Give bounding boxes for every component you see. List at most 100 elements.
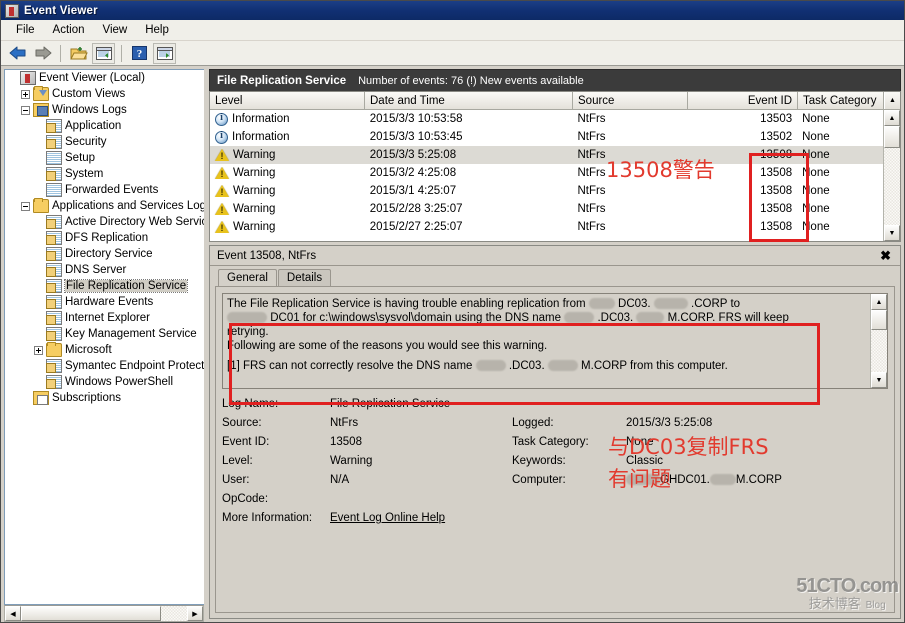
log-name-value: File Replication Service	[330, 398, 451, 410]
column-header-source[interactable]: Source	[573, 92, 688, 109]
event-row[interactable]: Warning 2015/3/1 4:25:07 NtFrs 13508 None	[210, 182, 883, 200]
close-icon[interactable]: ✖	[877, 248, 894, 264]
tree-item-setup[interactable]: Setup	[5, 150, 204, 166]
log-icon	[46, 135, 62, 149]
event-row[interactable]: Warning 2015/3/2 4:25:08 NtFrs 13508 None	[210, 164, 883, 182]
scroll-down-icon[interactable]: ▼	[884, 225, 900, 241]
scroll-down-icon[interactable]: ▼	[871, 372, 887, 388]
svg-text:?: ?	[137, 48, 143, 60]
tab-details[interactable]: Details	[277, 269, 332, 286]
tree-item-applications-and-services-logs[interactable]: Applications and Services Logs	[5, 198, 204, 214]
console-tree[interactable]: Event Viewer (Local) Custom Views Windows …	[4, 69, 204, 605]
forward-icon[interactable]	[31, 43, 54, 64]
column-header-label: Source	[578, 94, 615, 107]
computer-label: Computer:	[512, 474, 566, 486]
description-vertical-scrollbar[interactable]: ▲ ▼	[870, 294, 887, 388]
event-row[interactable]: Information 2015/3/3 10:53:58 NtFrs 13503 No…	[210, 110, 883, 128]
menu-item-view[interactable]: View	[94, 22, 137, 38]
event-list-vertical-scrollbar[interactable]: ▲ ▼	[883, 110, 900, 241]
redaction-block	[588, 298, 615, 310]
event-list-header: Level Date and Time Source Event ID Task Cat…	[210, 92, 900, 110]
tree-item-directory-service[interactable]: Directory Service	[5, 246, 204, 262]
event-log-online-help-link[interactable]: Event Log Online Help	[330, 512, 512, 524]
tree-horizontal-scrollbar[interactable]: ◀ ▶	[4, 605, 204, 622]
tree-hscroll-track[interactable]	[21, 606, 187, 621]
tree-item-hardware-events[interactable]: Hardware Events	[5, 294, 204, 310]
event-level-text: Warning	[233, 167, 276, 179]
sort-ascending-icon[interactable]: ▲	[884, 92, 900, 109]
event-row[interactable]: Warning 2015/2/27 2:25:07 NtFrs 13508 None	[210, 218, 883, 236]
open-folder-icon[interactable]	[67, 43, 90, 64]
event-row[interactable]: Warning 2015/3/3 5:25:08 NtFrs 13508 None	[210, 146, 883, 164]
event-id-value: 13508	[330, 436, 362, 448]
tree-hscroll-thumb[interactable]	[21, 606, 161, 621]
tree-item-security[interactable]: Security	[5, 134, 204, 150]
event-datetime-cell: 2015/2/27 2:25:07	[369, 221, 463, 233]
event-row[interactable]: Warning 2015/2/28 3:25:07 NtFrs 13508 None	[210, 200, 883, 218]
event-datetime-cell: 2015/3/3 5:25:08	[369, 149, 457, 161]
event-detail-header: Event 13508, NtFrs ✖	[210, 246, 900, 266]
log-icon	[46, 375, 62, 389]
event-task-category-cell: None	[802, 185, 830, 197]
warning-icon	[215, 185, 229, 197]
tree-item-internet-explorer[interactable]: Internet Explorer	[5, 310, 204, 326]
scroll-left-icon[interactable]: ◀	[5, 606, 21, 621]
show-hide-console-tree-icon[interactable]	[92, 42, 115, 64]
tree-item-event-viewer-local[interactable]: Event Viewer (Local)	[5, 70, 204, 86]
column-header-task-category[interactable]: Task Category	[798, 92, 884, 109]
tree-item-system[interactable]: System	[5, 166, 204, 182]
tree-item-file-replication-service[interactable]: File Replication Service	[5, 278, 204, 294]
tree-item-subscriptions[interactable]: Subscriptions	[5, 390, 204, 406]
event-level-text: Warning	[233, 185, 276, 197]
tree-item-label: File Replication Service	[63, 279, 189, 293]
tree-item-key-management-service[interactable]: Key Management Service	[5, 326, 204, 342]
expand-icon[interactable]	[34, 345, 43, 355]
tree-item-custom-views[interactable]: Custom Views	[5, 86, 204, 102]
expand-icon[interactable]	[21, 89, 30, 99]
subscriptions-icon	[33, 391, 49, 405]
tree-item-dns-server[interactable]: DNS Server	[5, 262, 204, 278]
scroll-right-icon[interactable]: ▶	[187, 606, 203, 621]
back-icon[interactable]	[6, 43, 29, 64]
tree-item-microsoft[interactable]: Microsoft	[5, 342, 204, 358]
scroll-up-icon[interactable]: ▲	[884, 110, 900, 126]
event-row[interactable]: Information 2015/3/3 10:53:45 NtFrs 13502 No…	[210, 128, 883, 146]
column-header-event-id[interactable]: Event ID	[688, 92, 798, 109]
description-vscroll-thumb[interactable]	[871, 310, 887, 330]
desc-line2-b: .DC03.	[597, 312, 634, 324]
tree-item-forwarded-events[interactable]: Forwarded Events	[5, 182, 204, 198]
column-header-date-and-time[interactable]: Date and Time	[365, 92, 573, 109]
collapse-icon[interactable]	[21, 201, 30, 211]
computer-value-a: GHDC01.	[660, 474, 710, 486]
help-icon[interactable]: ?	[128, 43, 151, 64]
menu-item-action[interactable]: Action	[44, 22, 94, 38]
column-header-level[interactable]: Level	[210, 92, 365, 109]
tree-item-windows-powershell[interactable]: Windows PowerShell	[5, 374, 204, 390]
level-value: Warning	[330, 455, 373, 467]
tree-item-windows-logs[interactable]: Windows Logs	[5, 102, 204, 118]
tree-item-application[interactable]: Application	[5, 118, 204, 134]
desc-line1-c: .CORP to	[691, 298, 741, 310]
tree-item-active-directory-web-servic[interactable]: Active Directory Web Servic	[5, 214, 204, 230]
event-source-cell: NtFrs	[577, 113, 606, 125]
logged-label: Logged:	[512, 417, 554, 429]
toolbar-separator-1	[60, 44, 61, 62]
tree-item-label: Directory Service	[65, 248, 153, 260]
collapse-icon[interactable]	[21, 105, 30, 115]
menu-bar: File Action View Help	[1, 20, 904, 41]
tree-item-symantec-endpoint-protecti[interactable]: Symantec Endpoint Protecti	[5, 358, 204, 374]
event-detail-body: The File Replication Service is having t…	[215, 286, 895, 613]
event-id-label: Event ID:	[222, 436, 270, 448]
tab-general[interactable]: General	[218, 269, 277, 287]
scroll-up-icon[interactable]: ▲	[871, 294, 887, 310]
event-level-cell: Warning	[210, 203, 365, 215]
menu-item-file[interactable]: File	[7, 22, 44, 38]
menu-item-help[interactable]: Help	[136, 22, 178, 38]
event-list-vscroll-thumb[interactable]	[884, 126, 900, 148]
tree-item-dfs-replication[interactable]: DFS Replication	[5, 230, 204, 246]
event-list-rows[interactable]: Information 2015/3/3 10:53:58 NtFrs 13503 No…	[210, 110, 883, 241]
show-hide-action-pane-icon[interactable]	[153, 42, 176, 64]
